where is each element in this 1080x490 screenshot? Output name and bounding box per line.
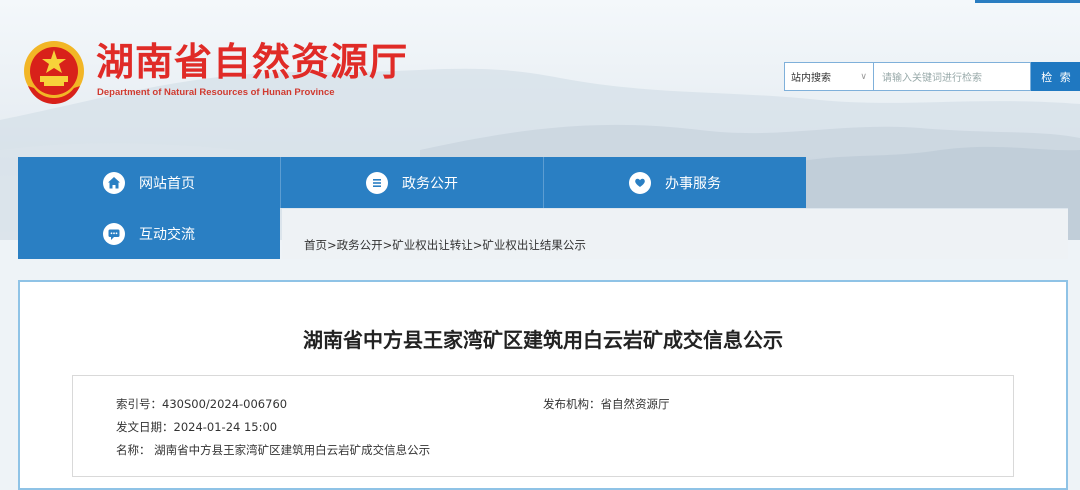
site-subtitle: Department of Natural Resources of Hunan… <box>97 87 335 98</box>
nav-item-label: 网站首页 <box>139 175 195 192</box>
national-emblem-icon <box>24 41 84 104</box>
search-bar: 站内搜索 ∨ 请输入关键词进行检索 检 索 <box>784 62 1080 91</box>
nav-item-services[interactable]: 办事服务 <box>544 157 806 208</box>
search-input[interactable]: 请输入关键词进行检索 <box>874 62 1031 91</box>
publisher: 发布机构：省自然资源厅 <box>543 397 670 411</box>
chevron-down-icon: ∨ <box>860 71 867 82</box>
search-scope-select[interactable]: 站内搜索 ∨ <box>784 62 874 91</box>
index-number: 索引号：430S00/2024-006760 <box>116 397 288 411</box>
nav-item-label: 办事服务 <box>665 175 721 192</box>
nav-item-gov-affairs[interactable]: 政务公开 <box>281 157 543 208</box>
publish-date: 发文日期：2024-01-24 15:00 <box>116 420 278 434</box>
article-panel: 湖南省中方县王家湾矿区建筑用白云岩矿成交信息公示 索引号：430S00/2024… <box>18 280 1068 490</box>
home-icon <box>103 171 125 194</box>
nav-item-label: 互动交流 <box>139 226 195 243</box>
document-list-icon <box>366 171 388 194</box>
top-accent-line <box>975 0 1080 3</box>
chat-icon <box>103 222 125 245</box>
nav-item-label: 政务公开 <box>402 175 458 192</box>
breadcrumb[interactable]: 首页>政务公开>矿业权出让转让>矿业权出让结果公示 <box>304 237 586 253</box>
heart-hands-icon <box>629 171 651 194</box>
document-name: 名称： 湖南省中方县王家湾矿区建筑用白云岩矿成交信息公示 <box>116 443 431 457</box>
search-button[interactable]: 检 索 <box>1031 62 1080 91</box>
page-title: 湖南省中方县王家湾矿区建筑用白云岩矿成交信息公示 <box>303 328 783 352</box>
nav-item-interaction[interactable]: 互动交流 <box>18 208 280 259</box>
search-scope-label: 站内搜索 <box>791 73 831 84</box>
nav-item-home[interactable]: 网站首页 <box>18 157 280 208</box>
article-meta-box: 索引号：430S00/2024-006760 发布机构：省自然资源厅 发文日期：… <box>72 375 1014 477</box>
breadcrumb-bar: 首页>政务公开>矿业权出让转让>矿业权出让结果公示 <box>282 208 1068 259</box>
site-title: 湖南省自然资源厅 <box>96 40 409 84</box>
